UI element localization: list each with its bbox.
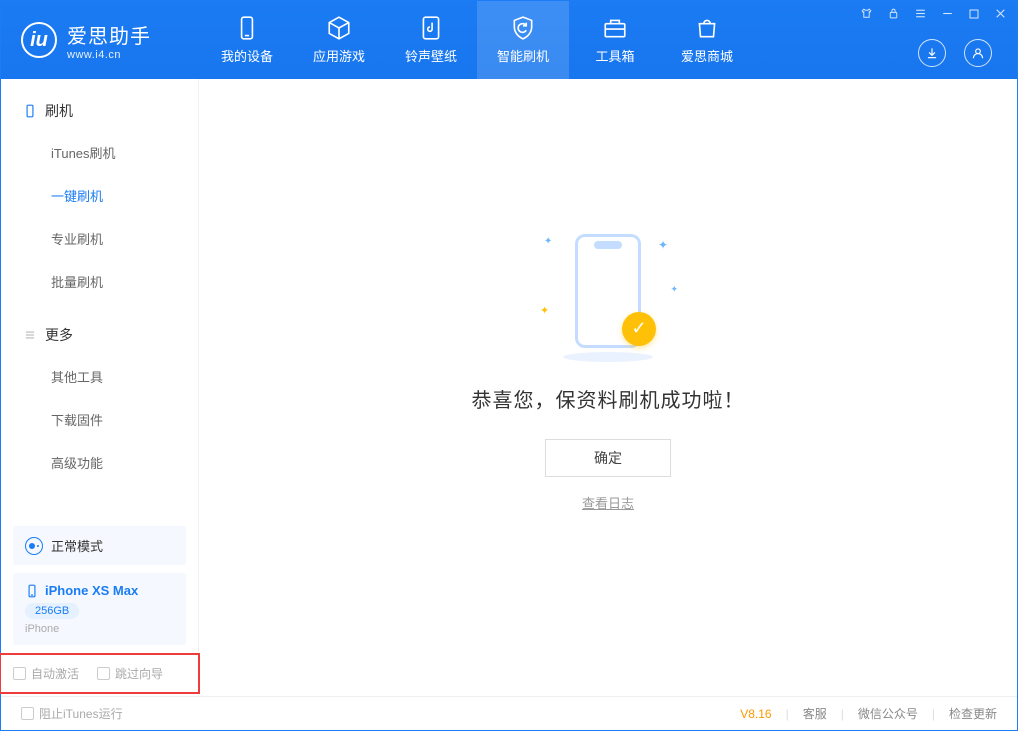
sidebar-item-pro-flash[interactable]: 专业刷机 [1, 217, 198, 260]
nav-toolbox[interactable]: 工具箱 [569, 1, 661, 79]
device-icon [234, 15, 260, 41]
nav-apps[interactable]: 应用游戏 [293, 1, 385, 79]
shirt-icon[interactable] [860, 7, 873, 23]
app-header: iu 爱思助手 www.i4.cn 我的设备 应用游戏 铃声壁纸 智能刷机 工具… [1, 1, 1017, 79]
app-name: 爱思助手 [67, 20, 151, 49]
check-update-link[interactable]: 检查更新 [949, 705, 997, 722]
download-button[interactable] [918, 39, 946, 67]
phone-icon [23, 104, 37, 118]
phone-icon [25, 584, 39, 598]
support-link[interactable]: 客服 [803, 705, 827, 722]
sidebar-item-batch-flash[interactable]: 批量刷机 [1, 260, 198, 303]
mode-icon [25, 537, 43, 555]
nav-ringtone[interactable]: 铃声壁纸 [385, 1, 477, 79]
sidebar-section-more: 更多 [1, 315, 198, 355]
device-card[interactable]: iPhone XS Max 256GB iPhone [13, 573, 186, 645]
user-button[interactable] [964, 39, 992, 67]
checkbox-icon [21, 707, 34, 720]
version-label: V8.16 [740, 707, 771, 721]
sidebar-item-oneclick-flash[interactable]: 一键刷机 [1, 174, 198, 217]
sidebar-item-advanced[interactable]: 高级功能 [1, 441, 198, 484]
sidebar-item-download-firmware[interactable]: 下载固件 [1, 398, 198, 441]
nav-flash[interactable]: 智能刷机 [477, 1, 569, 79]
window-controls [860, 7, 1007, 23]
ok-button[interactable]: 确定 [545, 439, 671, 477]
block-itunes-checkbox[interactable]: 阻止iTunes运行 [21, 705, 123, 722]
music-file-icon [418, 15, 444, 41]
lock-icon[interactable] [887, 7, 900, 23]
mode-card[interactable]: 正常模式 [13, 526, 186, 565]
mode-label: 正常模式 [51, 536, 103, 555]
view-log-link[interactable]: 查看日志 [582, 493, 634, 512]
highlighted-options: 自动激活 跳过向导 [0, 653, 200, 694]
main-content: ✦ ✦ ✦ ✦ ✓ 恭喜您，保资料刷机成功啦！ 确定 查看日志 [199, 79, 1017, 696]
device-name: iPhone XS Max [45, 583, 138, 598]
shield-refresh-icon [510, 15, 536, 41]
sidebar: 刷机 iTunes刷机 一键刷机 专业刷机 批量刷机 更多 其他工具 下载固件 … [1, 79, 199, 696]
sidebar-item-itunes-flash[interactable]: iTunes刷机 [1, 131, 198, 174]
checkbox-icon [13, 667, 26, 680]
toolbox-icon [602, 15, 628, 41]
bag-icon [694, 15, 720, 41]
app-logo: iu 爱思助手 www.i4.cn [1, 20, 201, 61]
cube-icon [326, 15, 352, 41]
list-icon [23, 328, 37, 342]
menu-icon[interactable] [914, 7, 927, 23]
main-nav: 我的设备 应用游戏 铃声壁纸 智能刷机 工具箱 爱思商城 [201, 1, 753, 79]
device-type: iPhone [25, 623, 174, 635]
app-url: www.i4.cn [67, 49, 151, 61]
skip-guide-checkbox[interactable]: 跳过向导 [97, 665, 163, 682]
check-icon: ✓ [622, 312, 656, 346]
nav-my-device[interactable]: 我的设备 [201, 1, 293, 79]
header-right-buttons [918, 39, 992, 67]
success-illustration: ✦ ✦ ✦ ✦ ✓ [538, 224, 678, 354]
success-message: 恭喜您，保资料刷机成功啦！ [472, 384, 745, 413]
logo-icon: iu [21, 22, 57, 58]
nav-store[interactable]: 爱思商城 [661, 1, 753, 79]
sidebar-section-flash: 刷机 [1, 91, 198, 131]
status-bar: 阻止iTunes运行 V8.16 | 客服 | 微信公众号 | 检查更新 [1, 696, 1017, 730]
wechat-link[interactable]: 微信公众号 [858, 705, 918, 722]
sidebar-item-other-tools[interactable]: 其他工具 [1, 355, 198, 398]
minimize-button[interactable] [941, 7, 954, 23]
close-button[interactable] [994, 7, 1007, 23]
checkbox-icon [97, 667, 110, 680]
auto-activate-checkbox[interactable]: 自动激活 [13, 665, 79, 682]
device-storage: 256GB [25, 603, 79, 619]
maximize-button[interactable] [968, 8, 980, 23]
